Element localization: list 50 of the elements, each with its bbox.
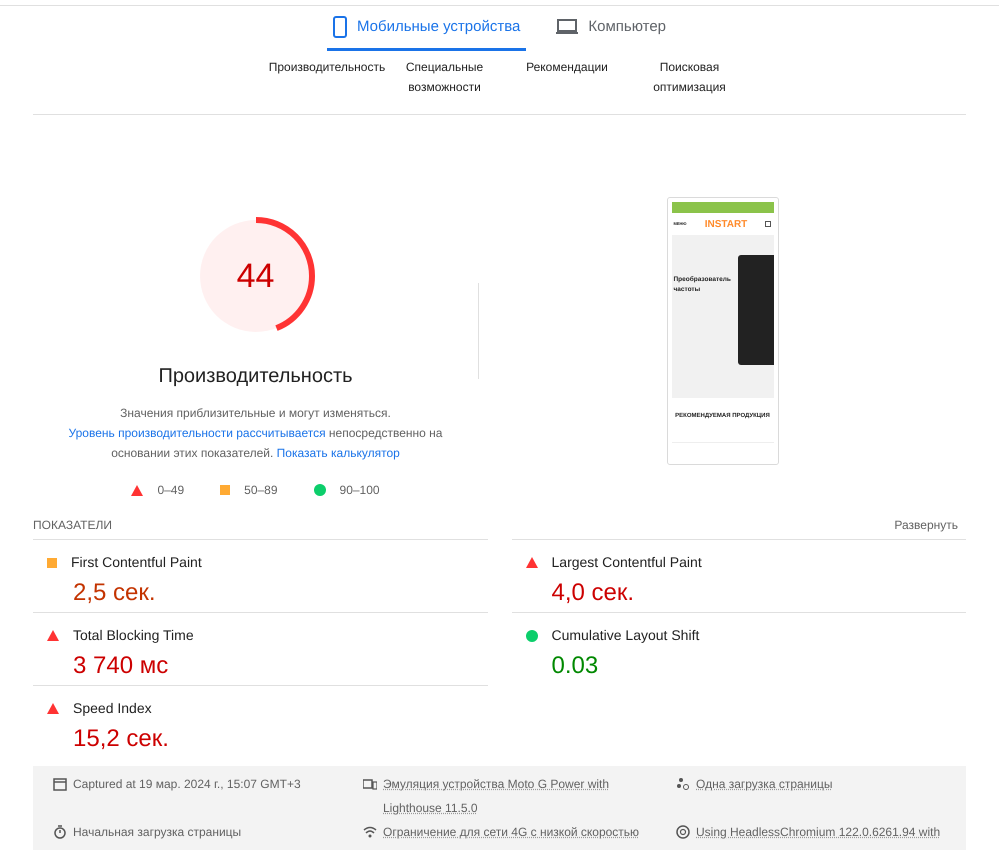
dots-icon xyxy=(676,777,690,791)
device-tab[interactable]: Компьютер xyxy=(550,6,672,51)
triangle-icon xyxy=(47,630,59,641)
footer-text: Начальная загрузка страницы xyxy=(73,824,242,841)
score-description: Значения приблизительные и могут изменяться. Уровень производительности рассчитывается непосредственно на основании этих показателей. Показать калькулятор xyxy=(68,405,444,462)
footer-link[interactable]: Одна загрузка страницы xyxy=(696,772,832,796)
laptop-icon xyxy=(556,19,578,35)
description-link[interactable]: Показать калькулятор xyxy=(276,446,400,460)
circle-icon xyxy=(314,484,326,496)
legend-label: 50–89 xyxy=(244,482,278,499)
legend-label: 90–100 xyxy=(340,482,380,499)
triangle-icon xyxy=(131,484,144,496)
category-tab[interactable]: Поисковая оптимизация xyxy=(640,57,740,97)
score-value: 44 xyxy=(236,256,276,296)
footer-link[interactable]: Ограничение для сети 4G с низкой скоростью xyxy=(383,820,640,844)
footer-link[interactable]: Using HeadlessChromium 122.0.6261.94 with xyxy=(696,820,940,844)
metric-name: Largest Contentful Paint xyxy=(552,553,702,572)
devices-icon xyxy=(363,777,377,791)
device-tab[interactable]: Мобильные устройства xyxy=(326,6,526,51)
category-tab[interactable]: Производительность xyxy=(260,57,394,77)
triangle-icon xyxy=(47,703,59,714)
metric-name: First Contentful Paint xyxy=(71,553,202,572)
score-title: Производительность xyxy=(158,364,353,389)
metric-name: Speed Index xyxy=(73,699,152,718)
browser-icon xyxy=(676,825,690,839)
metric-value: 0.03 xyxy=(552,651,600,681)
footer-link[interactable]: Эмуляция устройства Moto G Power with Lighthouse 11.5.0 xyxy=(383,772,645,820)
metric-value: 3 740 мс xyxy=(73,651,170,681)
triangle-icon xyxy=(526,557,538,568)
square-icon xyxy=(47,558,57,568)
category-tab[interactable]: Специальные возможности xyxy=(394,57,494,97)
legend-label: 0–49 xyxy=(157,482,184,499)
circle-icon xyxy=(526,630,538,642)
expand-button[interactable]: Развернуть xyxy=(894,516,966,534)
bag-icon xyxy=(765,221,772,227)
footer-text: Captured at 19 мар. 2024 г., 15:07 GMT+3 xyxy=(73,776,301,793)
metrics-heading: ПОКАЗАТЕЛИ xyxy=(33,517,112,534)
metric-value: 15,2 сек. xyxy=(73,724,170,754)
metric-value: 2,5 сек. xyxy=(73,578,157,608)
description-link[interactable]: Уровень производительности рассчитывается xyxy=(68,426,326,440)
metric-name: Total Blocking Time xyxy=(73,626,194,645)
calendar-icon xyxy=(53,777,67,791)
metric-value: 4,0 сек. xyxy=(552,578,636,608)
signal-icon xyxy=(363,825,377,839)
screenshot-logo: INSTART xyxy=(704,218,748,232)
category-tab[interactable]: Рекомендации xyxy=(494,57,640,77)
timer-icon xyxy=(53,825,67,839)
metric-name: Cumulative Layout Shift xyxy=(552,626,700,645)
square-icon xyxy=(220,485,230,495)
phone-icon xyxy=(332,16,347,38)
